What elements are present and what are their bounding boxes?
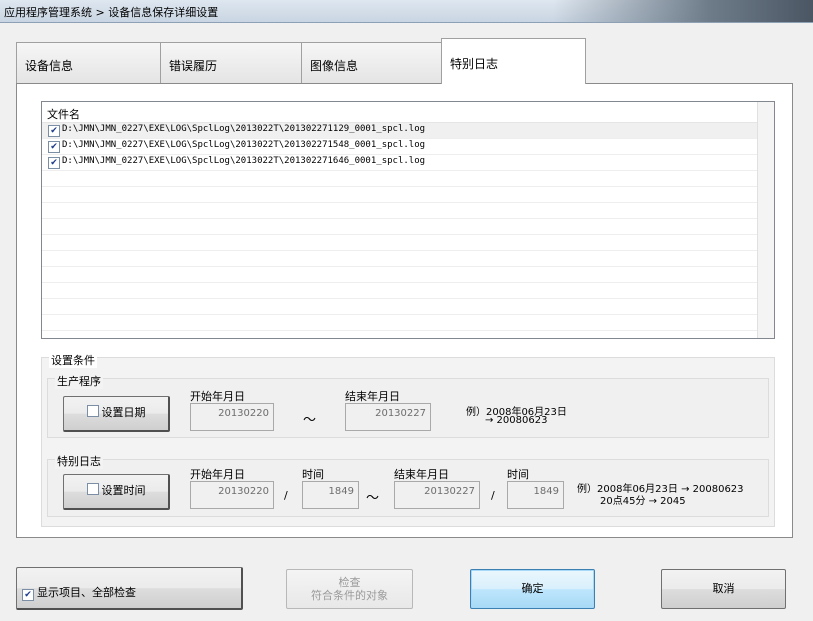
list-item[interactable]: ✔ D:\JMN\JMN_0227\EXE\LOG\SpclLog\201302… (42, 139, 758, 155)
file-list-rows: ✔ D:\JMN\JMN_0227\EXE\LOG\SpclLog\201302… (42, 123, 758, 338)
empty-row (42, 235, 758, 251)
special-start-date-field[interactable]: 20130220 (190, 481, 274, 509)
cancel-button[interactable]: 取消 (661, 569, 786, 609)
ok-label: 确定 (521, 582, 544, 595)
set-date-checkbox[interactable] (86, 405, 99, 417)
check-matching-button[interactable]: 检查 符合条件的对象 (286, 569, 413, 609)
tab-label: 特别日志 (450, 57, 499, 71)
date-example-line2: → 20080623 (485, 415, 548, 426)
production-end-date-field[interactable]: 20130227 (345, 403, 431, 431)
conditions-title: 设置条件 (49, 352, 97, 368)
set-time-label: 设置时间 (101, 484, 146, 497)
end-time-label: 时间 (507, 468, 529, 481)
file-list-header[interactable]: 文件名 (42, 102, 758, 123)
empty-row (42, 267, 758, 283)
file-list[interactable]: 文件名 ✔ D:\JMN\JMN_0227\EXE\LOG\SpclLog\20… (41, 101, 775, 339)
start-date-label: 开始年月日 (190, 468, 245, 481)
date-time-separator: / (491, 489, 495, 502)
start-time-label: 时间 (302, 468, 324, 481)
show-all-items-button[interactable]: ✔ 显示项目、全部检查 (16, 567, 243, 610)
set-date-button[interactable]: 设置日期 (63, 396, 170, 432)
list-item[interactable]: ✔ D:\JMN\JMN_0227\EXE\LOG\SpclLog\201302… (42, 155, 758, 171)
title-bar-gradient (553, 0, 813, 22)
row-checkbox[interactable]: ✔ (48, 125, 60, 137)
file-name: D:\JMN\JMN_0227\EXE\LOG\SpclLog\2013022T… (62, 156, 426, 166)
window-title: 应用程序管理系统 > 设备信息保存详细设置 (4, 6, 219, 19)
set-time-button[interactable]: 设置时间 (63, 474, 170, 510)
empty-row (42, 315, 758, 331)
range-tilde: ～ (303, 413, 317, 428)
cancel-label: 取消 (712, 582, 735, 595)
ok-button[interactable]: 确定 (470, 569, 595, 609)
special-end-date-field[interactable]: 20130227 (394, 481, 480, 509)
special-log-title: 特别日志 (55, 453, 103, 469)
tab-device-info[interactable]: 设备信息 (16, 42, 161, 84)
empty-row (42, 203, 758, 219)
tab-image-info[interactable]: 图像信息 (301, 42, 442, 84)
end-date-label: 结束年月日 (345, 390, 400, 403)
file-name: D:\JMN\JMN_0227\EXE\LOG\SpclLog\2013022T… (62, 124, 426, 134)
row-checkbox[interactable]: ✔ (48, 157, 60, 169)
set-time-checkbox[interactable] (86, 483, 99, 495)
tab-label: 设备信息 (25, 59, 74, 73)
tab-error-history[interactable]: 错误履历 (160, 42, 302, 84)
empty-row (42, 171, 758, 187)
row-checkbox[interactable]: ✔ (48, 141, 60, 153)
file-name: D:\JMN\JMN_0227\EXE\LOG\SpclLog\2013022T… (62, 140, 426, 150)
show-all-items-label: 显示项目、全部检查 (37, 586, 136, 599)
tab-label: 图像信息 (310, 59, 359, 73)
set-date-label: 设置日期 (101, 406, 146, 419)
empty-row (42, 251, 758, 267)
check-sublabel: 符合条件的对象 (311, 589, 388, 602)
tab-special-log[interactable]: 特别日志 (441, 38, 586, 84)
time-example-line2: 20点45分 → 2045 (600, 496, 686, 507)
check-label: 检查 (338, 576, 361, 589)
end-date-label: 结束年月日 (394, 468, 449, 481)
production-start-date-field[interactable]: 20130220 (190, 403, 274, 431)
empty-row (42, 187, 758, 203)
title-bar: 应用程序管理系统 > 设备信息保存详细设置 (0, 0, 813, 23)
empty-row (42, 331, 758, 338)
tab-panel-special-log: 文件名 ✔ D:\JMN\JMN_0227\EXE\LOG\SpclLog\20… (16, 83, 793, 538)
list-item[interactable]: ✔ D:\JMN\JMN_0227\EXE\LOG\SpclLog\201302… (42, 123, 758, 139)
tab-label: 错误履历 (169, 59, 218, 73)
vertical-scrollbar[interactable] (757, 102, 774, 338)
empty-row (42, 283, 758, 299)
range-tilde: ～ (366, 491, 380, 506)
show-all-items-checkbox[interactable]: ✔ (22, 589, 34, 601)
special-end-time-field[interactable]: 1849 (507, 481, 564, 509)
date-time-separator: / (284, 489, 288, 502)
column-header-filename: 文件名 (47, 108, 80, 121)
special-start-time-field[interactable]: 1849 (302, 481, 359, 509)
production-program-title: 生产程序 (55, 373, 103, 389)
empty-row (42, 299, 758, 315)
empty-row (42, 219, 758, 235)
start-date-label: 开始年月日 (190, 390, 245, 403)
